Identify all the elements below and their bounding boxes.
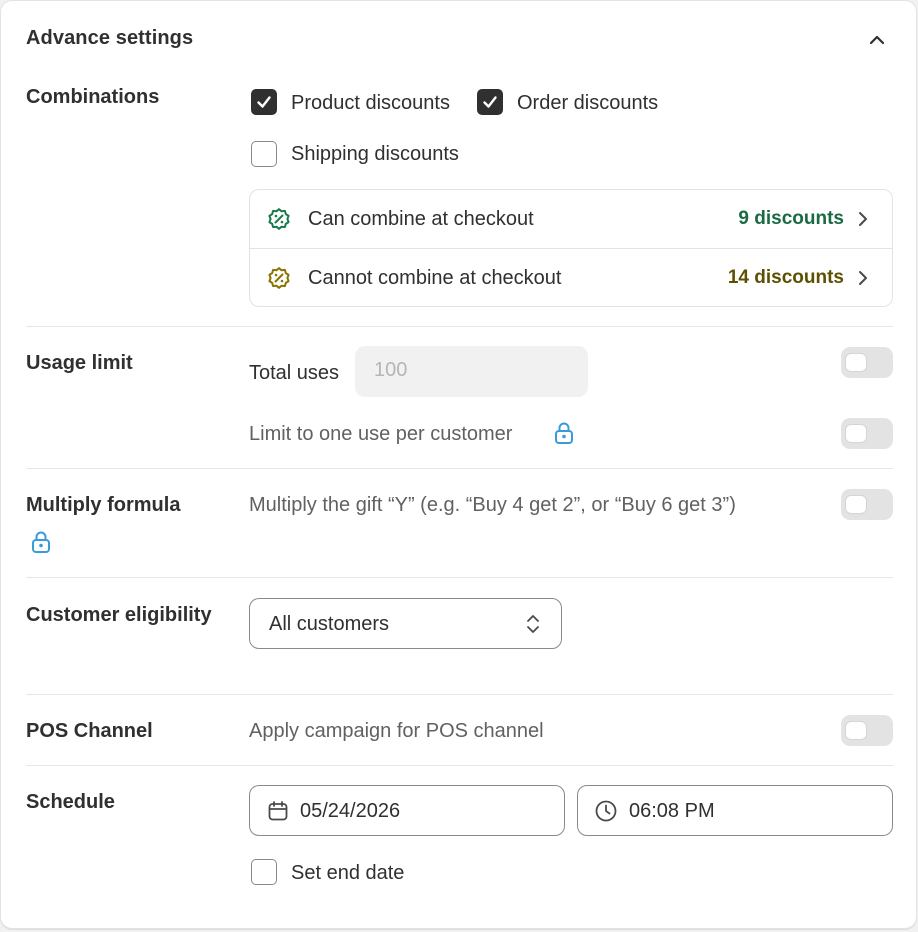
product-discounts-checkbox[interactable]: [251, 89, 277, 115]
divider: [26, 765, 893, 766]
multiply-formula-label: Multiply formula: [26, 494, 181, 516]
card-header[interactable]: Advance settings: [26, 27, 892, 53]
clock-icon: [594, 799, 618, 828]
total-uses-label: Total uses: [249, 362, 340, 384]
calendar-icon: [267, 800, 289, 827]
card-title: Advance settings: [26, 27, 194, 49]
pos-channel-toggle[interactable]: [841, 715, 893, 746]
toggle-knob: [846, 425, 866, 442]
chevron-up-icon[interactable]: [866, 29, 888, 51]
can-combine-count: 9 discounts: [738, 208, 844, 229]
customer-eligibility-label: Customer eligibility: [26, 604, 212, 626]
one-per-customer-toggle[interactable]: [841, 418, 893, 449]
customer-eligibility-value: All customers: [269, 613, 390, 635]
start-time-field[interactable]: 06:08 PM: [577, 785, 893, 836]
discount-badge-icon: [266, 265, 292, 296]
cannot-combine-row[interactable]: Cannot combine at checkout 14 discounts: [250, 248, 892, 306]
can-combine-label: Can combine at checkout: [308, 208, 534, 230]
select-arrows-icon: [525, 612, 541, 641]
cannot-combine-label: Cannot combine at checkout: [308, 267, 562, 289]
one-per-customer-label: Limit to one use per customer: [249, 423, 513, 445]
discount-badge-icon: [266, 206, 292, 237]
start-date-field[interactable]: 05/24/2026: [249, 785, 565, 836]
pos-channel-label: POS Channel: [26, 720, 153, 742]
shipping-discounts-label[interactable]: Shipping discounts: [291, 141, 459, 167]
advance-settings-card: Advance settings Combinations Product di…: [0, 0, 917, 929]
customer-eligibility-select[interactable]: All customers: [249, 598, 562, 649]
chevron-right-icon: [856, 210, 870, 233]
combination-summary: Can combine at checkout 9 discounts Cann…: [249, 189, 893, 307]
divider: [26, 468, 893, 469]
usage-limit-label: Usage limit: [26, 352, 133, 374]
order-discounts-checkbox[interactable]: [477, 89, 503, 115]
multiply-formula-toggle[interactable]: [841, 489, 893, 520]
multiply-formula-description: Multiply the gift “Y” (e.g. “Buy 4 get 2…: [249, 494, 736, 516]
chevron-right-icon: [856, 269, 870, 292]
cannot-combine-count: 14 discounts: [727, 267, 844, 288]
schedule-label: Schedule: [26, 791, 115, 813]
combinations-label: Combinations: [26, 86, 160, 108]
product-discounts-label[interactable]: Product discounts: [291, 90, 450, 116]
toggle-knob: [846, 354, 866, 371]
divider: [26, 694, 893, 695]
start-date-value: 05/24/2026: [300, 800, 401, 822]
start-time-value: 06:08 PM: [629, 800, 715, 822]
set-end-date-checkbox[interactable]: [251, 859, 277, 885]
toggle-knob: [846, 722, 866, 739]
lock-icon: [553, 421, 575, 450]
set-end-date-label[interactable]: Set end date: [291, 860, 404, 886]
toggle-knob: [846, 496, 866, 513]
divider: [26, 577, 893, 578]
usage-limit-toggle[interactable]: [841, 347, 893, 378]
lock-icon: [30, 530, 52, 559]
total-uses-input[interactable]: 100: [355, 346, 588, 397]
pos-channel-description: Apply campaign for POS channel: [249, 720, 544, 742]
total-uses-placeholder: 100: [374, 359, 408, 381]
shipping-discounts-checkbox[interactable]: [251, 141, 277, 167]
can-combine-row[interactable]: Can combine at checkout 9 discounts: [250, 190, 892, 248]
divider: [26, 326, 893, 327]
order-discounts-label[interactable]: Order discounts: [517, 90, 658, 116]
